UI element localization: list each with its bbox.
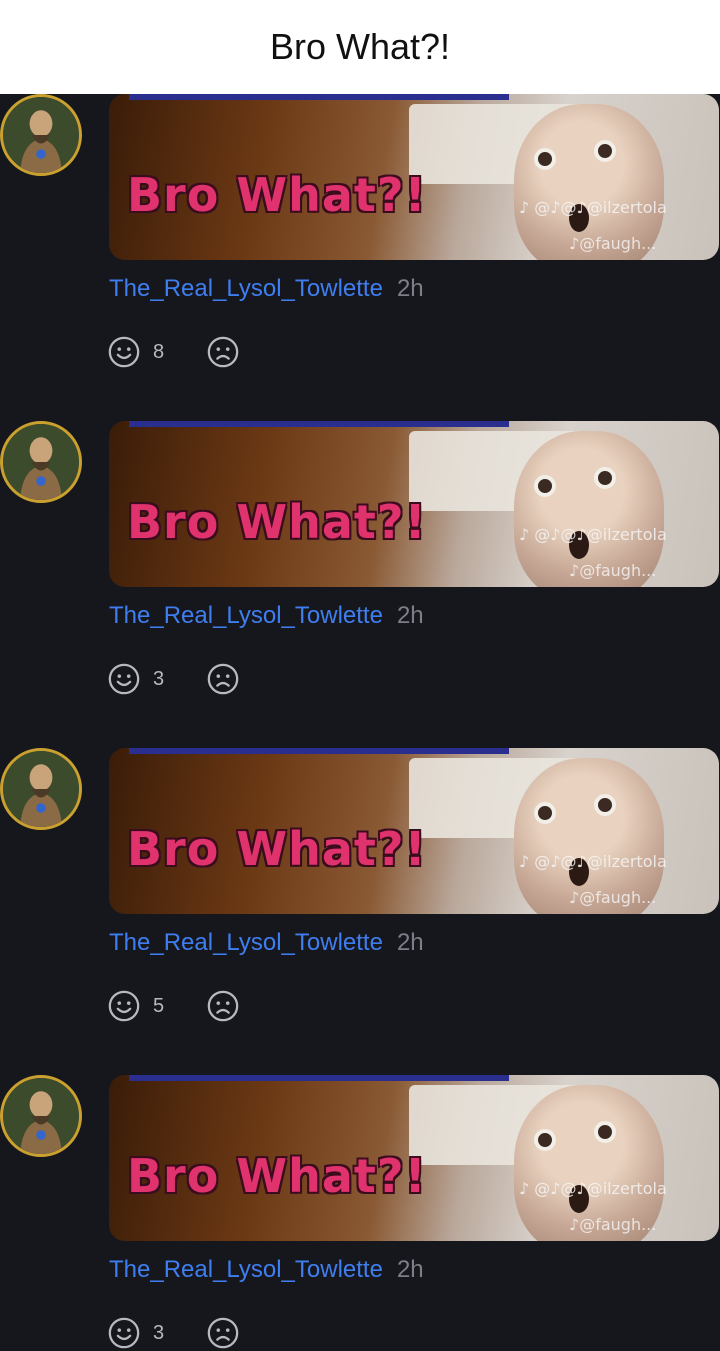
avatar-icon	[3, 1078, 79, 1154]
meme-eye	[534, 148, 556, 170]
reaction-bar: 8	[107, 334, 240, 370]
happy-count: 8	[153, 340, 165, 363]
happy-count: 5	[153, 994, 165, 1017]
username-link[interactable]: The_Real_Lysol_Towlette	[109, 602, 383, 629]
timestamp: 2h	[396, 929, 424, 956]
timestamp: 2h	[396, 1256, 424, 1283]
comment-meta: The_Real_Lysol_Towlette 2h	[109, 929, 424, 957]
happy-reaction-button[interactable]: 5	[107, 989, 164, 1023]
sad-reaction-button[interactable]	[206, 662, 240, 696]
meme-watermark: ♪@faugh...	[569, 561, 657, 580]
avatar-icon	[3, 97, 79, 173]
meme-stripe	[129, 1075, 509, 1081]
meme-eye	[594, 794, 616, 816]
smile-icon[interactable]	[107, 662, 141, 696]
meme-watermark: ♪ @♪@♪@ilzertola	[519, 525, 667, 544]
happy-reaction-button[interactable]: 3	[107, 662, 164, 696]
username-link[interactable]: The_Real_Lysol_Towlette	[109, 929, 383, 956]
smile-icon[interactable]	[107, 335, 141, 369]
frown-icon[interactable]	[206, 335, 240, 369]
meme-caption: Bro What?!	[127, 495, 427, 549]
meme-image[interactable]: Bro What?! ♪ @♪@♪@ilzertola ♪@faugh...	[109, 1075, 719, 1241]
meme-watermark: ♪@faugh...	[569, 234, 657, 253]
meme-eye	[534, 802, 556, 824]
reaction-bar: 3	[107, 661, 240, 697]
avatar-icon	[3, 751, 79, 827]
meme-eye	[534, 1129, 556, 1151]
frown-icon[interactable]	[206, 1316, 240, 1350]
page-title: Bro What?!	[269, 26, 451, 67]
comment-item: Bro What?! ♪ @♪@♪@ilzertola ♪@faugh... T…	[0, 748, 720, 1075]
meme-eye	[534, 475, 556, 497]
meme-caption: Bro What?!	[127, 168, 427, 222]
meme-watermark: ♪ @♪@♪@ilzertola	[519, 198, 667, 217]
happy-reaction-button[interactable]: 3	[107, 1316, 164, 1350]
meme-caption: Bro What?!	[127, 822, 427, 876]
meme-watermark: ♪ @♪@♪@ilzertola	[519, 1179, 667, 1198]
timestamp: 2h	[396, 602, 424, 629]
avatar[interactable]	[0, 94, 82, 176]
meme-stripe	[129, 94, 509, 100]
smile-icon[interactable]	[107, 989, 141, 1023]
timestamp: 2h	[396, 275, 424, 302]
meme-eye	[594, 467, 616, 489]
reaction-bar: 5	[107, 988, 240, 1024]
meme-stripe	[129, 421, 509, 427]
meme-eye	[594, 1121, 616, 1143]
page-header: Bro What?!	[0, 0, 720, 94]
frown-icon[interactable]	[206, 662, 240, 696]
comment-item: Bro What?! ♪ @♪@♪@ilzertola ♪@faugh... T…	[0, 421, 720, 748]
meme-image[interactable]: Bro What?! ♪ @♪@♪@ilzertola ♪@faugh...	[109, 94, 719, 260]
frown-icon[interactable]	[206, 989, 240, 1023]
meme-watermark: ♪@faugh...	[569, 888, 657, 907]
comment-meta: The_Real_Lysol_Towlette 2h	[109, 1256, 424, 1284]
comment-meta: The_Real_Lysol_Towlette 2h	[109, 602, 424, 630]
comment-meta: The_Real_Lysol_Towlette 2h	[109, 275, 424, 303]
avatar[interactable]	[0, 748, 82, 830]
username-link[interactable]: The_Real_Lysol_Towlette	[109, 275, 383, 302]
meme-watermark: ♪ @♪@♪@ilzertola	[519, 852, 667, 871]
comment-item: Bro What?! ♪ @♪@♪@ilzertola ♪@faugh... T…	[0, 94, 720, 421]
meme-stripe	[129, 748, 509, 754]
happy-count: 3	[153, 667, 165, 690]
happy-reaction-button[interactable]: 8	[107, 335, 164, 369]
username-link[interactable]: The_Real_Lysol_Towlette	[109, 1256, 383, 1283]
avatar-icon	[3, 424, 79, 500]
meme-caption: Bro What?!	[127, 1149, 427, 1203]
sad-reaction-button[interactable]	[206, 1316, 240, 1350]
comment-item: Bro What?! ♪ @♪@♪@ilzertola ♪@faugh... T…	[0, 1075, 720, 1351]
reaction-bar: 3	[107, 1315, 240, 1351]
meme-eye	[594, 140, 616, 162]
happy-count: 3	[153, 1321, 165, 1344]
meme-image[interactable]: Bro What?! ♪ @♪@♪@ilzertola ♪@faugh...	[109, 748, 719, 914]
sad-reaction-button[interactable]	[206, 335, 240, 369]
avatar[interactable]	[0, 421, 82, 503]
avatar[interactable]	[0, 1075, 82, 1157]
meme-image[interactable]: Bro What?! ♪ @♪@♪@ilzertola ♪@faugh...	[109, 421, 719, 587]
meme-watermark: ♪@faugh...	[569, 1215, 657, 1234]
smile-icon[interactable]	[107, 1316, 141, 1350]
sad-reaction-button[interactable]	[206, 989, 240, 1023]
